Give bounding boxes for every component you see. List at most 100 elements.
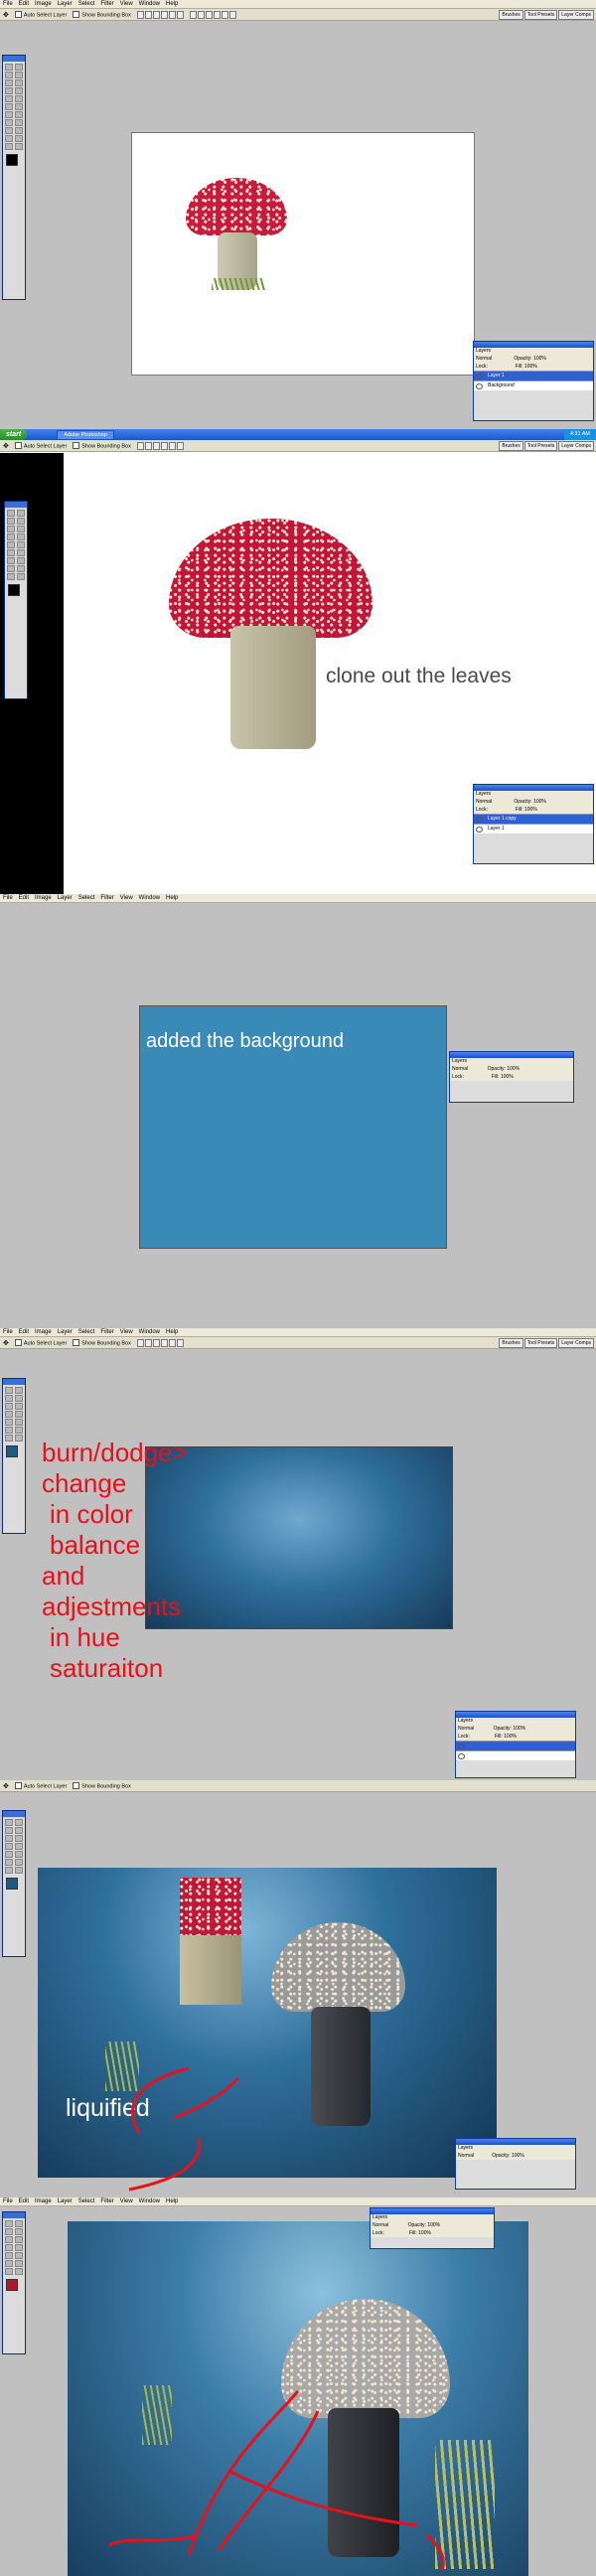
layer-row[interactable]: Background <box>474 380 593 390</box>
menu-help[interactable]: Help <box>166 1328 178 1337</box>
menu-layer[interactable]: Layer <box>58 1328 73 1337</box>
document-canvas[interactable] <box>68 2221 528 2576</box>
tool-grid[interactable] <box>5 508 27 582</box>
menu-window[interactable]: Window <box>139 894 160 903</box>
foreground-color-swatch[interactable] <box>6 154 18 166</box>
taskbar-photoshop[interactable]: Adobe Photoshop <box>57 429 114 440</box>
layer-row[interactable] <box>456 1750 575 1760</box>
menu-layer[interactable]: Layer <box>58 894 73 903</box>
auto-select-checkbox[interactable] <box>14 1781 22 1789</box>
menu-edit[interactable]: Edit <box>19 2197 29 2206</box>
menu-window[interactable]: Window <box>139 1328 160 1337</box>
eye-icon[interactable] <box>458 1743 465 1749</box>
start-button[interactable]: start <box>0 429 28 440</box>
menu-window[interactable]: Window <box>139 0 160 9</box>
tool-grid[interactable] <box>3 1817 25 1876</box>
tool-grid[interactable] <box>3 2218 25 2277</box>
layers-palette-tab[interactable]: Layers <box>371 2214 494 2221</box>
menu-select[interactable]: Select <box>78 0 95 9</box>
document-canvas[interactable]: added the background <box>139 1005 447 1249</box>
auto-select-checkbox[interactable] <box>14 441 22 449</box>
layer-row[interactable]: Layer 1 copy <box>474 814 593 824</box>
layer-row[interactable] <box>456 1741 575 1750</box>
foreground-color-swatch[interactable] <box>6 1445 18 1457</box>
fill-value[interactable]: 100% <box>418 2230 431 2236</box>
align-buttons[interactable] <box>136 441 184 450</box>
menu-file[interactable]: File <box>3 2197 13 2206</box>
menu-filter[interactable]: Filter <box>100 894 113 903</box>
blend-mode-select[interactable]: Normal <box>458 2153 474 2159</box>
well-tool-presets[interactable]: Tool Presets <box>523 1338 558 1348</box>
layers-palette-tab[interactable]: Layers <box>456 2145 575 2152</box>
well-brushes[interactable]: Brushes <box>499 441 523 451</box>
menu-file[interactable]: File <box>3 894 13 903</box>
well-layer-comps[interactable]: Layer Comps <box>558 441 594 451</box>
blend-mode-select[interactable]: Normal <box>452 1066 468 1072</box>
opacity-value[interactable]: 100% <box>512 2153 524 2159</box>
move-tool-icon[interactable]: ✥ <box>3 1782 9 1790</box>
auto-select-checkbox[interactable] <box>14 10 22 18</box>
opacity-value[interactable]: 100% <box>427 2222 440 2228</box>
menu-edit[interactable]: Edit <box>19 1328 29 1337</box>
fill-value[interactable]: 100% <box>501 1074 514 1080</box>
eye-icon[interactable] <box>476 383 483 389</box>
move-tool-icon[interactable]: ✥ <box>3 1339 9 1347</box>
eye-icon[interactable] <box>476 374 483 379</box>
layers-palette-tab[interactable]: Layers <box>474 348 593 355</box>
layer-row[interactable]: Layer 1 <box>474 824 593 833</box>
well-brushes[interactable]: Brushes <box>499 1338 523 1348</box>
menu-file[interactable]: File <box>3 0 13 9</box>
menu-select[interactable]: Select <box>78 1328 95 1337</box>
auto-select-checkbox[interactable] <box>14 1338 22 1346</box>
menu-view[interactable]: View <box>120 2197 133 2206</box>
eye-icon[interactable] <box>476 827 483 833</box>
show-bounding-checkbox[interactable] <box>73 1338 80 1346</box>
align-buttons[interactable] <box>136 10 184 19</box>
menu-view[interactable]: View <box>120 0 133 9</box>
layer-row[interactable]: Layer 1 <box>474 371 593 380</box>
menu-filter[interactable]: Filter <box>100 0 113 9</box>
show-bounding-checkbox[interactable] <box>73 441 80 449</box>
layers-palette-tab[interactable]: Layers <box>456 1718 575 1725</box>
show-bounding-checkbox[interactable] <box>73 1781 80 1789</box>
opacity-value[interactable]: 100% <box>533 356 546 362</box>
menu-layer[interactable]: Layer <box>58 2197 73 2206</box>
well-tool-presets[interactable]: Tool Presets <box>523 10 558 20</box>
distribute-buttons[interactable] <box>189 10 236 19</box>
opacity-value[interactable]: 100% <box>507 1066 520 1072</box>
opacity-value[interactable]: 100% <box>513 1726 525 1732</box>
well-tool-presets[interactable]: Tool Presets <box>523 441 558 451</box>
move-tool-icon[interactable]: ✥ <box>3 11 9 19</box>
layers-palette-tab[interactable]: Layers <box>450 1058 573 1065</box>
eye-icon[interactable] <box>458 1753 465 1759</box>
menu-filter[interactable]: Filter <box>100 2197 113 2206</box>
blend-mode-select[interactable]: Normal <box>458 1726 474 1732</box>
eye-icon[interactable] <box>476 817 483 823</box>
opacity-value[interactable]: 100% <box>533 799 546 805</box>
menu-help[interactable]: Help <box>166 0 178 9</box>
menu-image[interactable]: Image <box>35 0 52 9</box>
menu-file[interactable]: File <box>3 1328 13 1337</box>
menu-help[interactable]: Help <box>166 2197 178 2206</box>
fill-value[interactable]: 100% <box>504 1734 517 1740</box>
blend-mode-select[interactable]: Normal <box>372 2222 388 2228</box>
well-layer-comps[interactable]: Layer Comps <box>558 1338 594 1348</box>
move-tool-icon[interactable]: ✥ <box>3 442 9 450</box>
align-buttons[interactable] <box>136 1338 184 1347</box>
layers-palette-tab[interactable]: Layers <box>474 791 593 798</box>
tool-grid[interactable] <box>3 1385 25 1443</box>
menu-view[interactable]: View <box>120 894 133 903</box>
document-canvas[interactable]: liquified <box>38 1868 497 2178</box>
foreground-color-swatch[interactable] <box>8 584 20 596</box>
menu-image[interactable]: Image <box>35 1328 52 1337</box>
menu-edit[interactable]: Edit <box>19 0 29 9</box>
blend-mode-select[interactable]: Normal <box>476 356 492 362</box>
foreground-color-swatch[interactable] <box>6 1878 18 1890</box>
show-bounding-checkbox[interactable] <box>73 10 80 18</box>
document-canvas[interactable] <box>145 1446 453 1629</box>
menu-filter[interactable]: Filter <box>100 1328 113 1337</box>
menu-select[interactable]: Select <box>78 894 95 903</box>
menu-layer[interactable]: Layer <box>58 0 73 9</box>
foreground-color-swatch[interactable] <box>6 2279 18 2291</box>
fill-value[interactable]: 100% <box>524 807 537 813</box>
